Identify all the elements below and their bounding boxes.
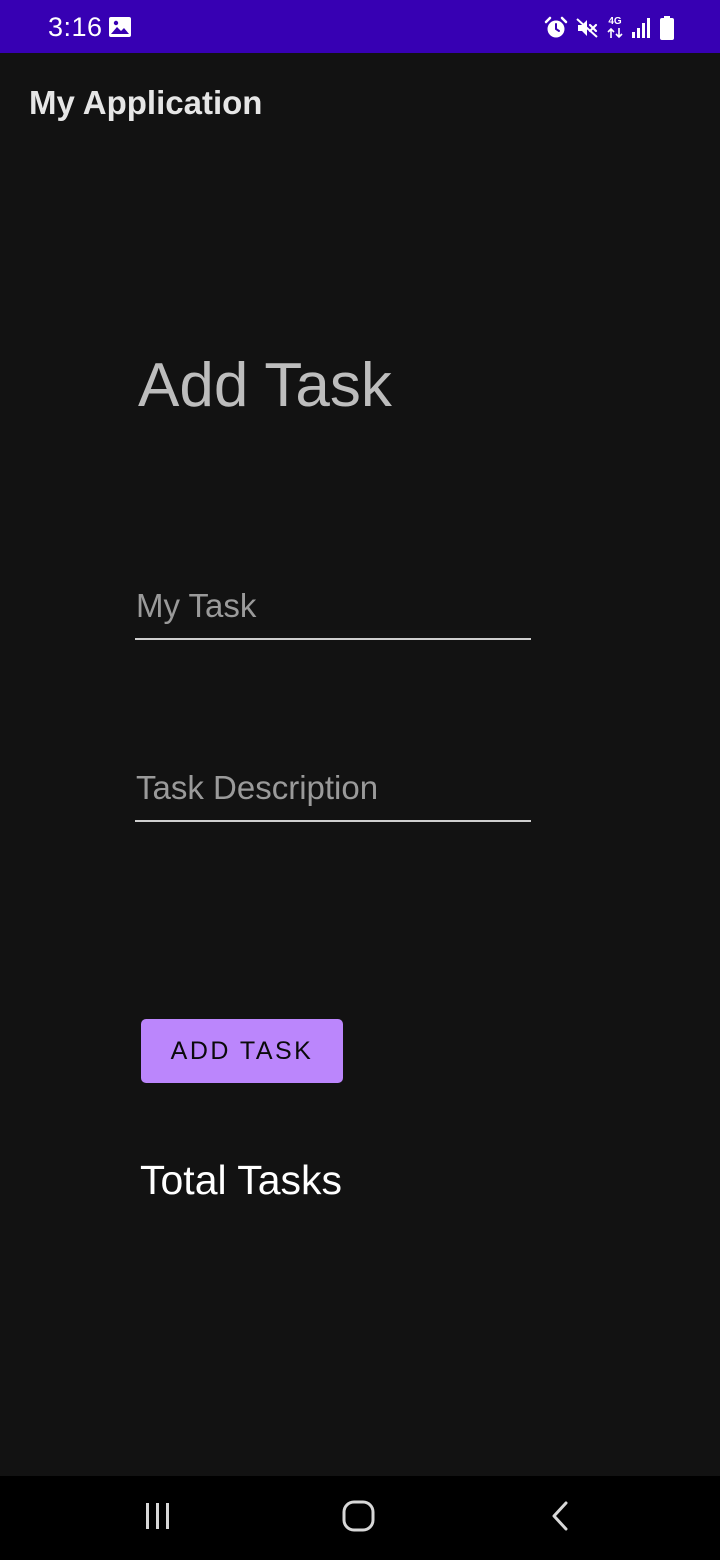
gallery-icon — [108, 16, 132, 38]
mute-icon — [575, 16, 599, 40]
app-screen: 3:16 4G My Application Add Task My Task … — [0, 0, 720, 1560]
recents-button[interactable] — [128, 1494, 188, 1542]
task-name-input[interactable] — [135, 580, 531, 640]
network-4g-icon: 4G — [606, 17, 624, 39]
battery-icon — [660, 16, 674, 40]
back-button[interactable] — [531, 1494, 591, 1542]
navigation-bar — [0, 1476, 720, 1560]
alarm-icon — [544, 16, 568, 40]
recents-icon — [142, 1500, 174, 1537]
status-bar: 3:16 4G — [0, 0, 720, 53]
home-icon — [341, 1498, 377, 1539]
app-title: My Application — [29, 84, 263, 121]
status-time: 3:16 — [48, 12, 103, 42]
back-icon — [545, 1500, 577, 1537]
status-icons: 4G — [544, 13, 674, 43]
network-type-label: 4G — [608, 16, 622, 27]
task-description-input[interactable] — [135, 762, 531, 822]
add-task-button[interactable]: ADD TASK — [141, 1019, 343, 1083]
page-title: Add Task — [138, 351, 392, 420]
total-tasks-label: Total Tasks — [140, 1157, 343, 1203]
home-button[interactable] — [329, 1494, 389, 1542]
signal-icon — [631, 17, 653, 39]
app-bar: My Application — [0, 53, 720, 153]
